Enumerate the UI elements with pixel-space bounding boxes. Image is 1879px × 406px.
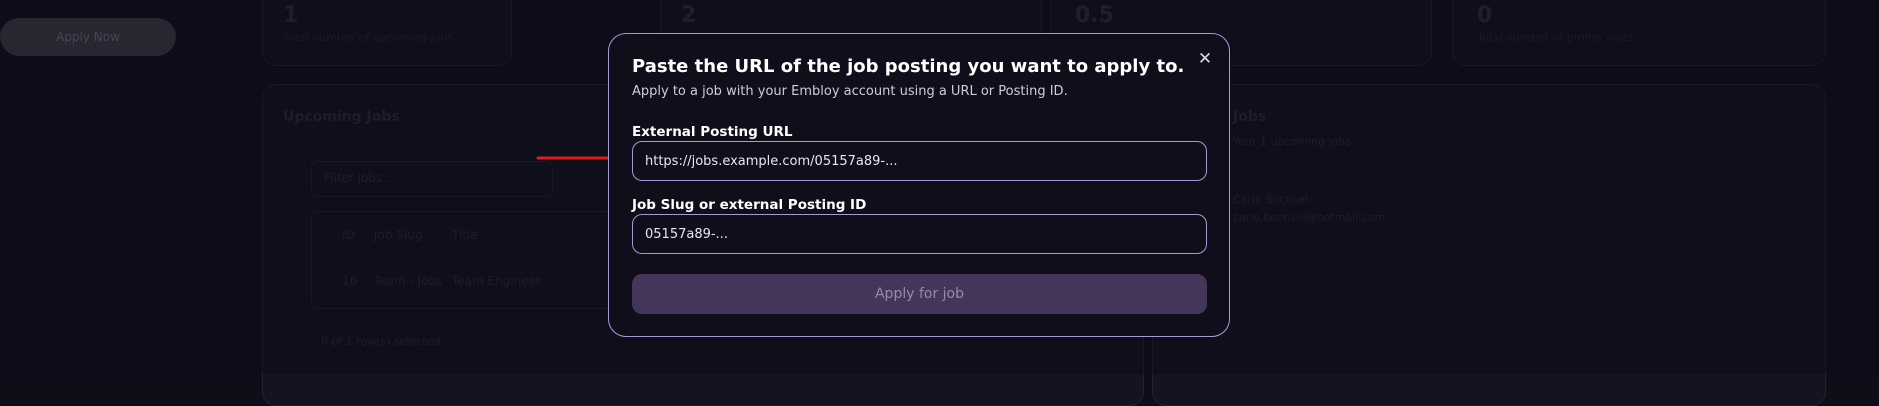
apply-job-dialog: Paste the URL of the job posting you wan… [608,33,1230,337]
close-icon: ✕ [1197,49,1213,69]
close-button[interactable]: ✕ [1193,47,1217,71]
url-field-label: External Posting URL [632,124,793,140]
external-posting-url-input[interactable] [632,141,1207,181]
apply-for-job-button[interactable]: Apply for job [632,274,1207,314]
dialog-subtitle: Apply to a job with your Embloy account … [632,84,1068,99]
job-slug-input[interactable] [632,214,1207,254]
dialog-title: Paste the URL of the job posting you wan… [632,56,1185,77]
slug-field-label: Job Slug or external Posting ID [632,197,867,213]
